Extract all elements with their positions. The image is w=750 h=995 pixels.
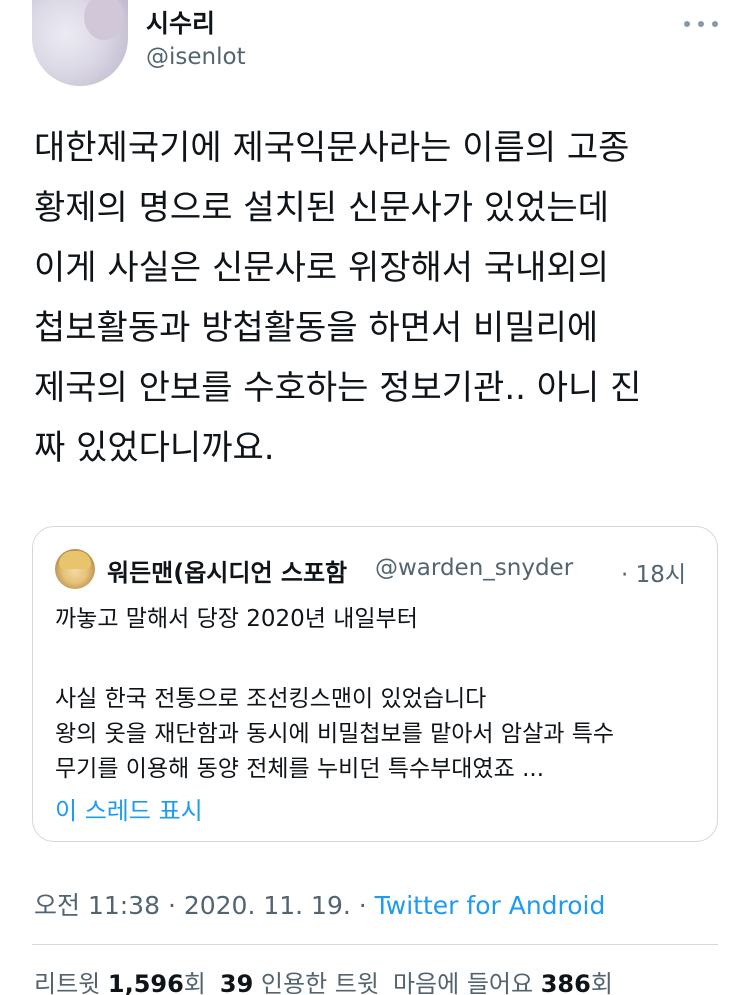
likes-label: 마음에 들어요: [392, 970, 541, 995]
more-dot: [698, 21, 704, 27]
more-horizontal-icon[interactable]: [684, 14, 718, 34]
quoted-tweet-card[interactable]: 워든맨(옵시디언 스포함 @warden_snyder · 18시 까놓고 말해…: [32, 526, 718, 842]
quotes-count: 39: [219, 970, 254, 995]
quoted-tweet-line: 무기를 이용해 동양 전체를 누비던 특수부대였죠 ...: [55, 756, 544, 782]
retweets-suffix: 회: [183, 970, 206, 995]
tweet-timestamp[interactable]: 오전 11:38 · 2020. 11. 19. ·: [34, 891, 375, 920]
retweets-label: 리트윗: [34, 970, 108, 995]
quoted-author-avatar: [55, 549, 95, 589]
retweets-stat[interactable]: 리트윗 1,596회: [34, 970, 206, 995]
tweet-line: 황제의 명으로 설치된 신문사가 있었는데: [34, 188, 609, 228]
tweet-line: 이게 사실은 신문사로 위장해서 국내외의: [34, 248, 609, 288]
tweet-stats: 리트윗 1,596회 39 인용한 트윗 마음에 들어요 386회: [34, 964, 613, 995]
more-dot: [684, 21, 690, 27]
more-dot: [712, 21, 718, 27]
author-avatar[interactable]: [32, 0, 128, 86]
tweet-line: 대한제국기에 제국익문사라는 이름의 고종: [34, 128, 630, 168]
avatar-decoration: [59, 551, 91, 569]
tweet-line: 제국의 안보를 수호하는 정보기관.. 아니 진: [34, 368, 642, 408]
quotes-stat[interactable]: 39 인용한 트윗: [220, 970, 379, 995]
quoted-author-handle: @warden_snyder: [375, 555, 574, 581]
divider: [32, 944, 718, 945]
likes-count: 386: [540, 970, 591, 995]
quoted-tweet-time: · 18시: [621, 562, 687, 588]
tweet-source-link[interactable]: Twitter for Android: [375, 891, 606, 920]
show-thread-link[interactable]: 이 스레드 표시: [55, 791, 203, 826]
tweet-line: 첩보활동과 방첩활동을 하면서 비밀리에: [34, 308, 599, 348]
tweet-text: 대한제국기에 제국익문사라는 이름의 고종 황제의 명으로 설치된 신문사가 있…: [34, 118, 734, 478]
retweets-count: 1,596: [107, 970, 184, 995]
quoted-tweet-line: 사실 한국 전통으로 조선킹스맨이 있었습니다: [55, 686, 487, 712]
quoted-tweet-line: 왕의 옷을 재단함과 동시에 비밀첩보를 맡아서 암살과 특수: [55, 721, 615, 747]
quotes-label: 인용한 트윗: [253, 970, 379, 995]
likes-stat[interactable]: 마음에 들어요 386회: [393, 970, 613, 995]
author-handle[interactable]: @isenlot: [146, 44, 246, 70]
quoted-author-display-name: 워든맨(옵시디언 스포함: [107, 559, 348, 587]
tweet-meta: 오전 11:38 · 2020. 11. 19. · Twitter for A…: [34, 886, 605, 922]
avatar-decoration: [84, 0, 124, 40]
tweet-detail: 시수리 @isenlot 대한제국기에 제국익문사라는 이름의 고종 황제의 명…: [0, 0, 750, 995]
likes-suffix: 회: [590, 970, 613, 995]
author-display-name[interactable]: 시수리: [146, 4, 215, 40]
quoted-tweet-line: 까놓고 말해서 당장 2020년 내일부터: [55, 606, 418, 632]
tweet-line: 짜 있었다니까요.: [34, 428, 275, 468]
